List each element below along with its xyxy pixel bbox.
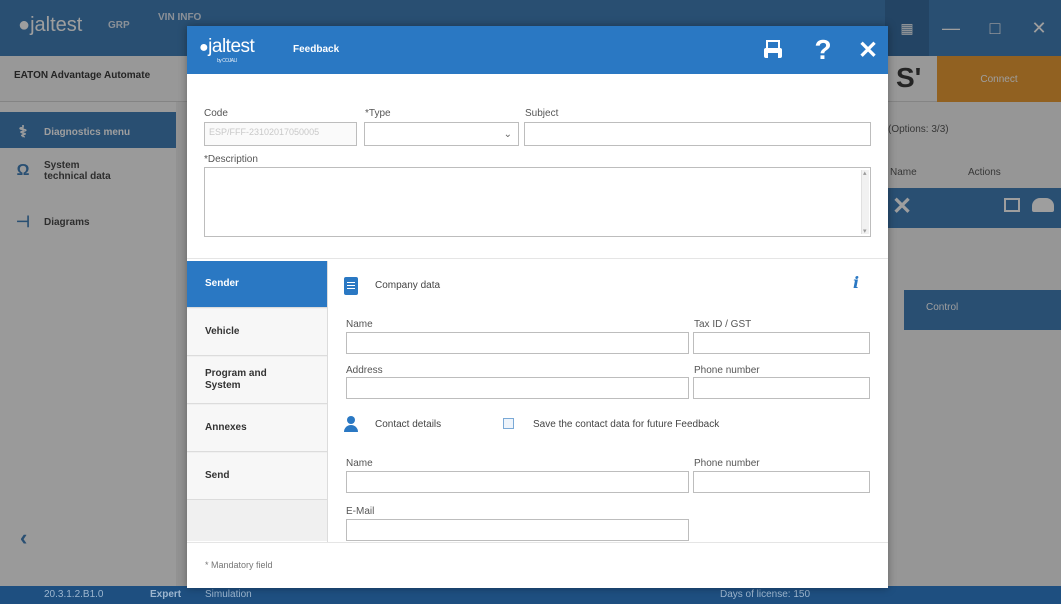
- subject-input[interactable]: [524, 122, 871, 146]
- type-select[interactable]: ⌄: [364, 122, 519, 146]
- tab-sender[interactable]: Sender: [187, 261, 327, 308]
- contact-details-heading: Contact details: [375, 419, 442, 430]
- address-input[interactable]: [346, 377, 689, 399]
- footer-divider: [187, 542, 888, 543]
- status-bar: 20.3.1.2.B1.0 Expert Simulation Days of …: [0, 586, 1061, 604]
- close-icon[interactable]: ✕: [852, 34, 884, 66]
- printer-icon[interactable]: [757, 34, 789, 66]
- license-days: Days of license: 150: [720, 589, 811, 600]
- company-phone-input[interactable]: [693, 377, 870, 399]
- document-icon: [344, 277, 358, 295]
- email-input[interactable]: [346, 519, 689, 541]
- code-label: Code: [204, 108, 228, 119]
- form-divider: [187, 258, 888, 259]
- info-icon[interactable]: i: [853, 273, 859, 292]
- save-contact-checkbox[interactable]: [503, 418, 514, 429]
- mandatory-note: * Mandatory field: [205, 560, 273, 570]
- mode-text: Expert: [150, 589, 182, 600]
- description-label: *Description: [204, 154, 258, 165]
- subject-label: Subject: [525, 108, 559, 119]
- feedback-nav: Sender Vehicle Program and System Annexe…: [187, 261, 327, 541]
- contact-phone-label: Phone number: [694, 458, 760, 469]
- contact-name-label: Name: [346, 458, 373, 469]
- company-name-input[interactable]: [346, 332, 689, 354]
- save-contact-label: Save the contact data for future Feedbac…: [533, 419, 720, 430]
- tab-send[interactable]: Send: [187, 453, 327, 500]
- company-data-heading: Company data: [375, 280, 441, 291]
- tax-id-input[interactable]: [693, 332, 870, 354]
- tab-annexes[interactable]: Annexes: [187, 405, 327, 452]
- description-textarea[interactable]: [204, 167, 871, 237]
- type-label: *Type: [365, 108, 391, 119]
- contact-phone-input[interactable]: [693, 471, 870, 493]
- email-label: E-Mail: [346, 506, 375, 517]
- tax-id-label: Tax ID / GST: [694, 319, 752, 330]
- description-scrollbar[interactable]: [861, 169, 869, 235]
- company-name-label: Name: [346, 319, 373, 330]
- nav-divider: [327, 261, 328, 543]
- tab-vehicle[interactable]: Vehicle: [187, 309, 327, 356]
- simulation-text: Simulation: [205, 589, 252, 600]
- contact-name-input[interactable]: [346, 471, 689, 493]
- tab-program-and-system[interactable]: Program and System: [187, 357, 327, 404]
- feedback-dialog: ●jaltest by COJALI Feedback ? ✕ Code ESP…: [187, 26, 888, 588]
- dialog-header: ●jaltest by COJALI Feedback ? ✕: [187, 26, 888, 74]
- person-icon: [344, 416, 358, 432]
- dialog-title: Feedback: [293, 44, 340, 55]
- version-text: 20.3.1.2.B1.0: [44, 589, 104, 600]
- code-field: ESP/FFF-23102017050005: [204, 122, 357, 146]
- company-phone-label: Phone number: [694, 365, 760, 376]
- dialog-logo: ●jaltest by COJALI: [199, 36, 255, 64]
- help-icon[interactable]: ?: [807, 34, 839, 66]
- chevron-down-icon: ⌄: [503, 129, 512, 140]
- address-label: Address: [346, 365, 383, 376]
